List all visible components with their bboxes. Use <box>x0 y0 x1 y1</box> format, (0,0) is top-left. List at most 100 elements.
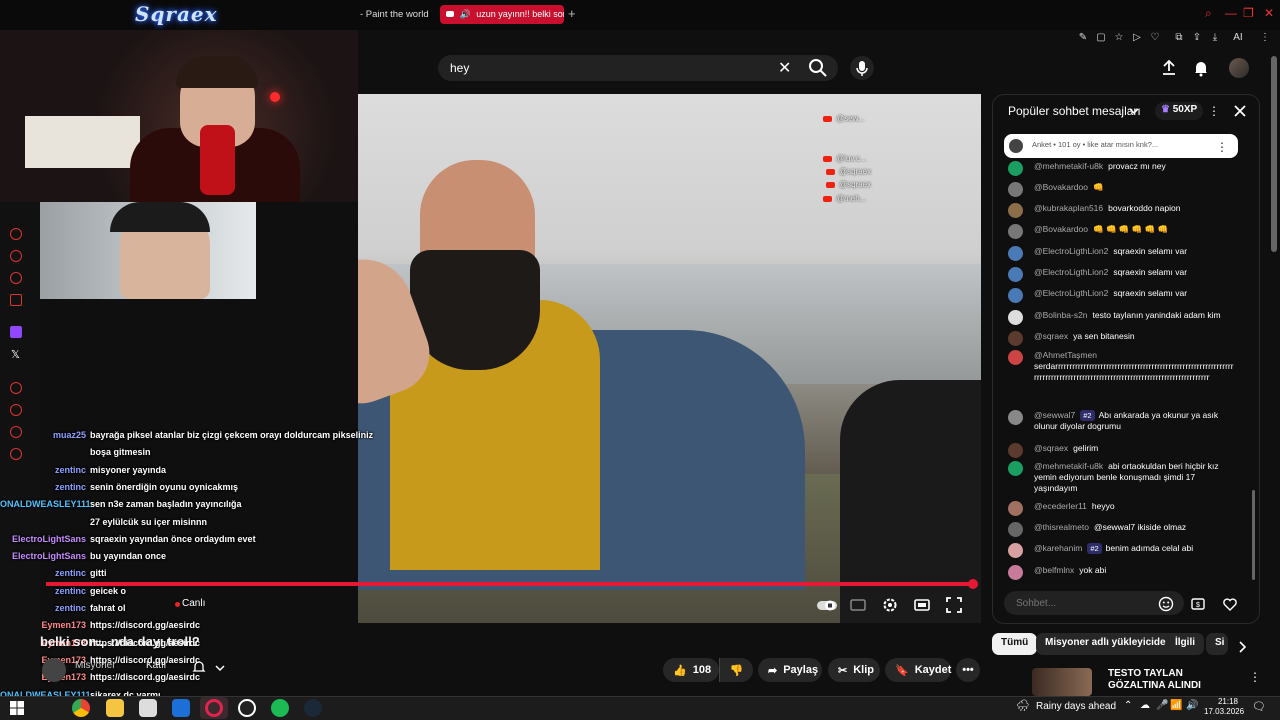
screenshot-icon[interactable]: ▢ <box>1095 32 1107 44</box>
tray-chevron-icon[interactable]: ⌃ <box>1124 700 1132 711</box>
heart-react-icon[interactable] <box>1222 596 1238 612</box>
chat-avatar[interactable] <box>1008 461 1023 476</box>
wifi-icon[interactable]: 📶 <box>1170 700 1182 711</box>
chat-username[interactable]: @ecederler11 <box>1034 501 1087 511</box>
chat-message[interactable]: @sqraex gelirim <box>1008 443 1236 458</box>
subtitles-icon[interactable] <box>849 596 867 614</box>
clip-button[interactable]: ✂ Klip <box>828 658 880 682</box>
download-icon[interactable]: ⤓ <box>1209 32 1221 44</box>
chrome-icon[interactable] <box>72 699 90 717</box>
settings-icon[interactable] <box>881 596 899 614</box>
mic-tray-icon[interactable]: 🎤 <box>1156 700 1168 711</box>
x-icon[interactable]: 𝕏 <box>11 348 20 361</box>
chat-avatar[interactable] <box>1008 182 1023 197</box>
chat-message[interactable]: @mehmetakif-u8k provacz mı ney <box>1008 161 1236 176</box>
progress-bar[interactable] <box>46 582 973 586</box>
minimize-icon[interactable]: — <box>1225 6 1237 20</box>
search-tabs-icon[interactable]: ⌕ <box>1205 6 1212 21</box>
spotify-icon[interactable] <box>271 699 289 717</box>
super-chat-icon[interactable]: $ <box>1190 596 1206 612</box>
close-window-icon[interactable]: ✕ <box>1264 6 1274 20</box>
more-actions-button[interactable]: ••• <box>956 658 980 682</box>
chat-avatar[interactable] <box>1008 203 1023 218</box>
sidebar-icon-1[interactable] <box>10 228 22 240</box>
chat-username[interactable]: @ElectroLigthLion2 <box>1034 246 1108 256</box>
file-explorer-icon[interactable] <box>106 699 124 717</box>
chat-mode-title[interactable]: Popüler sohbet mesajları <box>1008 104 1141 118</box>
like-button[interactable]: 👍 108 <box>663 658 719 682</box>
chat-message[interactable]: @ElectroLigthLion2 sqraexin selamı var <box>1008 267 1236 282</box>
chat-message[interactable]: @AhmetTaşmen serdarrrrrrrrrrrrrrrrrrrrrrr… <box>1008 350 1236 383</box>
chip-3[interactable]: Si <box>1206 633 1228 655</box>
chat-username[interactable]: @Bovakardoo <box>1034 182 1088 192</box>
chat-username[interactable]: @belfmlnx <box>1034 565 1074 575</box>
sidebar-icon-4[interactable] <box>10 294 22 306</box>
menu-icon[interactable]: ⋮ <box>1259 32 1271 44</box>
chat-mode-chevron-icon[interactable] <box>1129 106 1139 116</box>
sidebar-icon-5[interactable] <box>10 382 22 394</box>
chat-avatar[interactable] <box>1008 410 1023 425</box>
notifications-icon[interactable] <box>1192 59 1210 77</box>
sidebar-icon-6[interactable] <box>10 404 22 416</box>
share-page-icon[interactable]: ⇪ <box>1191 32 1203 44</box>
chat-username[interactable]: @karehanim <box>1034 543 1082 553</box>
weather-text[interactable]: Rainy days ahead <box>1036 701 1116 712</box>
account-avatar[interactable] <box>1229 58 1249 78</box>
bookmark-icon[interactable]: ☆ <box>1113 32 1125 44</box>
chat-username[interactable]: @ElectroLigthLion2 <box>1034 267 1108 277</box>
volume-icon[interactable]: 🔊 <box>1186 700 1198 711</box>
recommended-more-icon[interactable]: ⋮ <box>1249 670 1261 684</box>
share-button[interactable]: ➦ Paylaş <box>758 658 822 682</box>
chat-avatar[interactable] <box>1008 443 1023 458</box>
fullscreen-icon[interactable] <box>945 596 963 614</box>
clock-date[interactable]: 17.03.2026 <box>1204 707 1244 716</box>
xp-badge[interactable]: ♛ 50XP <box>1155 102 1204 120</box>
chat-message[interactable]: @ElectroLigthLion2 sqraexin selamı var <box>1008 288 1236 303</box>
chips-next-icon[interactable] <box>1236 640 1248 654</box>
clear-search-icon[interactable]: ✕ <box>778 58 791 78</box>
chat-message[interactable]: @ecederler11 heyyo <box>1008 501 1236 516</box>
progress-handle[interactable] <box>968 579 978 589</box>
chat-avatar[interactable] <box>1008 331 1023 346</box>
autoplay-toggle[interactable] <box>816 596 838 614</box>
pin-icon[interactable]: ✎ <box>1077 32 1089 44</box>
weather-icon[interactable]: 🌧 <box>1016 699 1030 713</box>
chat-message[interactable]: @Bovakardoo 👊 👊 👊 👊 👊 👊 <box>1008 224 1236 239</box>
save-button[interactable]: 🔖 Kaydet <box>885 658 951 682</box>
chat-message[interactable]: @mehmetakif-u8k abi ortaokuldan beri hiçb… <box>1008 461 1236 494</box>
mail-icon[interactable] <box>172 699 190 717</box>
chat-message[interactable]: @Bolinba-s2n testo taylanın yanindaki ada… <box>1008 310 1236 325</box>
upload-icon[interactable] <box>1160 59 1178 77</box>
chat-avatar[interactable] <box>1008 310 1023 325</box>
chat-username[interactable]: @mehmetakif-u8k <box>1034 161 1103 171</box>
browser-tab-paint[interactable]: - Paint the world <box>360 9 429 20</box>
page-scrollbar[interactable] <box>1271 56 1277 252</box>
obs-icon[interactable] <box>238 699 256 717</box>
extensions-icon[interactable]: ⧉ <box>1173 32 1185 44</box>
notification-center-icon[interactable]: 🗨 <box>1252 700 1266 713</box>
dislike-button[interactable]: 👎 <box>719 658 753 682</box>
channel-name[interactable]: Misyoner <box>75 660 116 671</box>
chat-avatar[interactable] <box>1008 501 1023 516</box>
chat-avatar[interactable] <box>1008 350 1023 365</box>
chat-avatar[interactable] <box>1008 565 1023 580</box>
twitch-icon[interactable] <box>10 326 22 338</box>
ai-icon[interactable]: AI <box>1227 32 1249 44</box>
chat-message[interactable]: @thisrealmeto @sewwal7 ikiside olmaz <box>1008 522 1236 537</box>
chat-username[interactable]: @ElectroLigthLion2 <box>1034 288 1108 298</box>
recommended-video-title[interactable]: TESTO TAYLAN GÖZALTINA ALINDI <box>1108 668 1238 692</box>
recommended-video-thumbnail[interactable] <box>1032 668 1092 696</box>
chat-username[interactable]: @Bovakardoo <box>1034 224 1088 234</box>
chat-username[interactable]: @AhmetTaşmen <box>1034 350 1097 360</box>
channel-avatar[interactable] <box>42 658 66 682</box>
play-icon[interactable]: ▷ <box>1131 32 1143 44</box>
chat-username[interactable]: @sqraex <box>1034 331 1068 341</box>
chat-message[interactable]: @belfmlnx yok abi <box>1008 565 1236 580</box>
browser-tab-youtube[interactable]: 🔊 uzun yayınn!! belki son <box>440 5 564 24</box>
chat-avatar[interactable] <box>1008 246 1023 261</box>
sidebar-icon-2[interactable] <box>10 250 22 262</box>
chat-more-icon[interactable]: ⋮ <box>1208 104 1220 118</box>
chip-2[interactable]: İlgili <box>1166 633 1204 655</box>
restore-icon[interactable]: ❐ <box>1243 6 1254 20</box>
new-tab-button[interactable]: + <box>568 6 576 21</box>
